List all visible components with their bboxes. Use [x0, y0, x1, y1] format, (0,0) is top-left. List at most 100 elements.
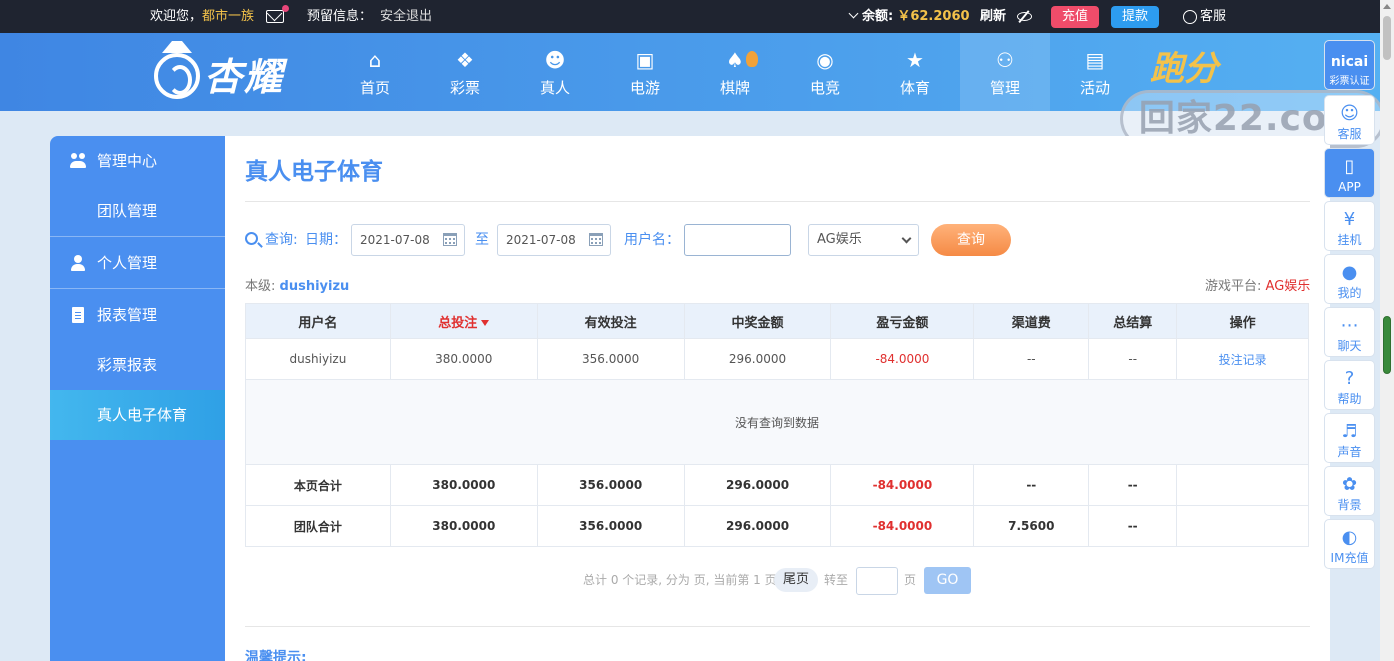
level-value[interactable]: dushiyizu	[280, 279, 350, 294]
float-chat[interactable]: ⋯ 聊天	[1324, 307, 1375, 357]
sidebar-item-reports[interactable]: 报表管理	[50, 290, 225, 340]
float-label: 客服	[1337, 127, 1362, 141]
mail-icon[interactable]	[266, 5, 290, 23]
float-sound[interactable]: ♬ 声音	[1324, 413, 1375, 463]
nav-live[interactable]: ☻ 真人	[510, 33, 600, 111]
col-actions: 操作	[1176, 303, 1309, 339]
sound-icon: ♬	[1341, 421, 1358, 442]
im-icon: ◐	[1341, 527, 1358, 548]
cell-channel-fee: --	[973, 464, 1090, 506]
service-link[interactable]: 客服	[1183, 0, 1226, 33]
page-unit-label: 页	[904, 573, 917, 587]
logout-link[interactable]: 安全退出	[380, 0, 432, 33]
sidebar-divider	[50, 236, 225, 237]
chevron-down-icon	[901, 233, 912, 244]
main-panel: 真人电子体育 查询: 日期： 2021-07-08 至 2021-07-08 用…	[225, 136, 1330, 661]
nav-label: 真人	[539, 79, 570, 97]
date-from-input[interactable]: 2021-07-08	[351, 224, 465, 256]
cell-profit-loss: -84.0000	[830, 464, 975, 506]
refresh-button[interactable]: 刷新	[980, 0, 1032, 33]
scroll-thumb[interactable]	[1383, 16, 1391, 60]
page-total-row: 本页合计 380.0000 356.0000 296.0000 -84.0000…	[245, 464, 1309, 506]
level-label: 本级:	[245, 279, 276, 294]
col-profit-loss: 盈亏金额	[830, 303, 975, 339]
user-icon: ●	[1341, 262, 1358, 283]
page-number-input[interactable]	[856, 567, 898, 595]
date-to-input[interactable]: 2021-07-08	[497, 224, 611, 256]
float-app[interactable]: ▯ APP	[1324, 148, 1375, 198]
nav-cards[interactable]: ♠ 棋牌	[690, 33, 780, 111]
username-label: 用户名：	[624, 232, 680, 248]
cell-channel-fee: 7.5600	[973, 505, 1090, 547]
nav-egames[interactable]: ▣ 电游	[600, 33, 690, 111]
hot-flame-icon	[746, 51, 758, 67]
query-button[interactable]: 查询	[931, 224, 1011, 256]
site-logo[interactable]: 杏耀	[150, 41, 300, 103]
sidebar-item-live-sports[interactable]: 真人电子体育	[50, 390, 225, 440]
person-icon	[70, 255, 86, 271]
balance[interactable]: 余额: ￥62.2060	[848, 0, 970, 33]
cell-username: dushiyizu	[245, 338, 391, 380]
float-service[interactable]: ☺ 客服	[1324, 95, 1375, 145]
palette-icon: ✿	[1341, 474, 1358, 495]
float-nicai[interactable]: nicai 彩票认证	[1324, 40, 1375, 90]
platform-label: 游戏平台:	[1205, 279, 1262, 294]
crown-icon	[162, 41, 192, 53]
float-label: APP	[1338, 180, 1361, 194]
bet-records-link[interactable]: 投注记录	[1176, 338, 1309, 380]
float-mine[interactable]: ● 我的	[1324, 254, 1375, 304]
platform-value: AG娱乐	[1265, 279, 1311, 294]
col-valid-bet: 有效投注	[536, 303, 685, 339]
nav-manage[interactable]: ⚇ 管理	[960, 33, 1050, 111]
calendar-icon[interactable]	[443, 233, 457, 246]
platform-select[interactable]: AG娱乐	[808, 224, 919, 256]
nav-lottery[interactable]: ❖ 彩票	[420, 33, 510, 111]
manage-icon: ⚇	[996, 48, 1014, 72]
last-page-button[interactable]: 尾页	[774, 568, 818, 592]
nicai-icon: nicai	[1330, 54, 1369, 70]
float-help[interactable]: ? 帮助	[1324, 360, 1375, 410]
table-header-row: 用户名 总投注 有效投注 中奖金额 盈亏金额 渠道费 总结算 操作	[245, 303, 1309, 339]
chat-icon: ⋯	[1340, 315, 1359, 336]
sidebar-item-label: 报表管理	[97, 306, 158, 324]
empty-message: 没有查询到数据	[245, 379, 1309, 465]
username[interactable]: 都市一族	[202, 9, 254, 24]
eye-off-icon[interactable]	[1016, 10, 1032, 23]
sidebar-item-personal[interactable]: 个人管理	[50, 238, 225, 288]
nav-home[interactable]: ⌂ 首页	[330, 33, 420, 111]
live-icon: ☻	[544, 48, 566, 72]
go-button[interactable]: GO	[924, 567, 971, 594]
sidebar-item-team[interactable]: 团队管理	[50, 186, 225, 236]
float-background[interactable]: ✿ 背景	[1324, 466, 1375, 516]
brand-badge[interactable]: 跑分	[1150, 49, 1218, 89]
trophy-icon: ★	[906, 48, 924, 72]
team-total-row: 团队合计 380.0000 356.0000 296.0000 -84.0000…	[245, 505, 1309, 547]
withdraw-button[interactable]: 提款	[1111, 0, 1160, 33]
document-icon	[70, 307, 86, 323]
sort-desc-icon	[481, 320, 490, 326]
cell-total-settle: --	[1088, 464, 1178, 506]
sidebar-divider	[50, 288, 225, 289]
sidebar-item-lottery-report[interactable]: 彩票报表	[50, 340, 225, 390]
float-label: 声音	[1337, 445, 1362, 459]
side-scroll-handle[interactable]	[1383, 316, 1391, 374]
float-hangup[interactable]: ¥ 挂机	[1324, 201, 1375, 251]
reserve-label: 预留信息：	[307, 9, 373, 24]
esports-icon: ◉	[816, 48, 834, 72]
sidebar-item-management-center[interactable]: 管理中心	[50, 136, 225, 186]
logo-text: 杏耀	[204, 55, 285, 99]
float-im-deposit[interactable]: ◐ IM充值	[1324, 519, 1375, 569]
reserve-info[interactable]: 预留信息：	[307, 0, 372, 33]
nav-sports[interactable]: ★ 体育	[870, 33, 960, 111]
cell-profit-loss: -84.0000	[830, 505, 975, 547]
deposit-button[interactable]: 充值	[1051, 0, 1100, 33]
col-total-bet[interactable]: 总投注	[389, 303, 538, 339]
calendar-icon[interactable]	[589, 233, 603, 246]
unread-dot	[282, 5, 290, 12]
username-input[interactable]	[684, 224, 791, 256]
nav-esports[interactable]: ◉ 电竞	[780, 33, 870, 111]
scroll-up-icon[interactable]	[1383, 4, 1391, 9]
float-label: IM充值	[1330, 551, 1369, 565]
cell-total-settle: --	[1088, 338, 1178, 380]
page-title: 真人电子体育	[245, 159, 383, 185]
